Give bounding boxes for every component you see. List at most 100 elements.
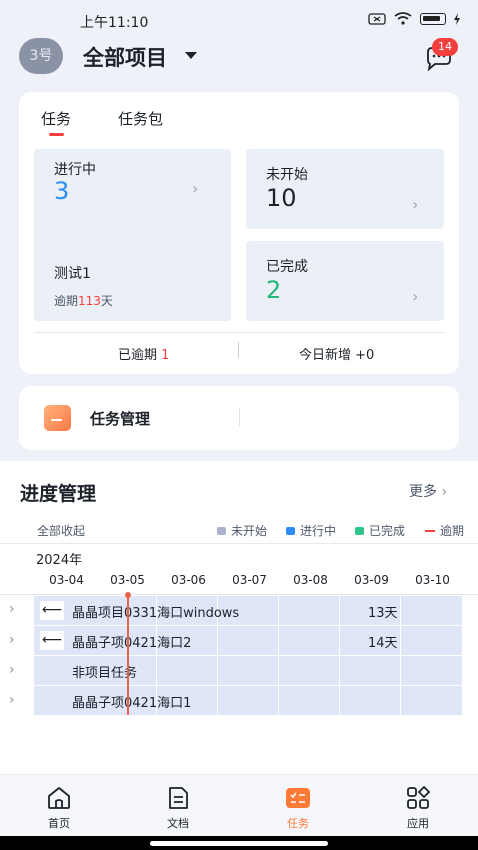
grid-line xyxy=(217,686,218,715)
grid-line xyxy=(339,686,340,715)
task-management-label: 任务管理 xyxy=(90,410,151,428)
status-time: 上午11:10 xyxy=(80,15,149,31)
today-marker-line xyxy=(127,595,129,715)
date-label: 03-10 xyxy=(415,573,450,587)
not-started-tile[interactable]: 未开始 10 › xyxy=(246,149,444,229)
legend-label: 未开始 xyxy=(231,524,268,538)
wifi-icon xyxy=(394,12,412,25)
overdue-info: 逾期113天 xyxy=(54,292,113,309)
legend-swatch xyxy=(425,529,435,532)
date-label: 03-09 xyxy=(354,573,389,587)
arrow-left-icon[interactable]: ⟵ xyxy=(40,601,64,620)
expand-chevron-icon[interactable]: › xyxy=(9,662,15,678)
date-label: 03-08 xyxy=(293,573,328,587)
grid-line xyxy=(339,656,340,685)
gantt-row[interactable]: 非项目任务 xyxy=(34,656,462,685)
divider xyxy=(239,408,240,426)
home-icon xyxy=(48,787,70,809)
tab-home[interactable]: 首页 xyxy=(19,775,99,837)
legend-label: 逾期 xyxy=(440,524,465,538)
status-bar: 上午11:10 xyxy=(0,0,478,36)
tab-task-package[interactable]: 任务包 xyxy=(118,108,163,129)
completed-tile[interactable]: 已完成 2 › xyxy=(246,241,444,321)
completed-label: 已完成 xyxy=(266,259,308,275)
legend-label: 已完成 xyxy=(369,524,406,538)
task-icon xyxy=(286,788,310,808)
avatar[interactable]: 3号 xyxy=(19,38,63,74)
task-management-icon xyxy=(44,405,71,431)
tab-task[interactable]: 任务 xyxy=(41,108,71,129)
today-marker-dot xyxy=(125,592,131,598)
task-management-card[interactable]: 任务管理 xyxy=(19,386,459,450)
summary-divider xyxy=(238,342,239,358)
not-started-label: 未开始 xyxy=(266,167,308,183)
more-label: 更多 xyxy=(409,484,437,500)
divider xyxy=(0,594,478,595)
task-overview-card: 任务 任务包 进行中 3 › 测试1 逾期113天 未开始 10 › 已完成 2… xyxy=(19,92,459,374)
in-progress-tile[interactable]: 进行中 3 › 测试1 逾期113天 xyxy=(34,149,231,321)
grid-line xyxy=(278,686,279,715)
tab-label: 首页 xyxy=(48,817,70,830)
progress-title: 进度管理 xyxy=(20,483,97,505)
date-label: 03-04 xyxy=(49,573,84,587)
legend-label: 进行中 xyxy=(300,524,337,538)
legend-overdue: 逾期 xyxy=(425,522,464,539)
legend-completed: 已完成 xyxy=(355,522,405,539)
task-name[interactable]: 测试1 xyxy=(54,263,91,283)
gantt-row[interactable]: ⟵ 晶晶项目0331海口windows 13天 xyxy=(34,596,462,625)
overdue-suffix: 天 xyxy=(100,294,113,308)
arrow-left-icon[interactable]: ⟵ xyxy=(40,631,64,650)
expand-chevron-icon[interactable]: › xyxy=(9,692,15,708)
apps-icon xyxy=(407,785,431,809)
legend-swatch xyxy=(355,526,364,535)
expand-chevron-icon[interactable]: › xyxy=(9,601,15,617)
not-started-count: 10 xyxy=(266,184,297,212)
chevron-right-icon: › xyxy=(192,179,199,198)
date-label: 03-07 xyxy=(232,573,267,587)
status-icons xyxy=(368,12,460,25)
charging-icon xyxy=(454,12,460,25)
year-label: 2024年 xyxy=(36,553,83,568)
grid-line xyxy=(278,596,279,625)
gantt-row[interactable]: 晶晶子项0421海口1 xyxy=(34,686,462,715)
overdue-summary[interactable]: 已逾期 1 xyxy=(118,344,169,363)
legend-not-started: 未开始 xyxy=(217,522,267,539)
gantt-row[interactable]: ⟵ 晶晶子项0421海口2 14天 xyxy=(34,626,462,655)
home-indicator[interactable] xyxy=(150,841,328,846)
project-selector-title[interactable]: 全部项目 xyxy=(83,42,167,72)
collapse-all-button[interactable]: 全部收起 xyxy=(37,522,85,539)
more-link[interactable]: 更多 › xyxy=(409,481,447,501)
divider xyxy=(0,543,478,544)
in-progress-count: 3 xyxy=(54,177,70,205)
grid-line xyxy=(156,656,157,685)
row-name: 晶晶子项0421海口1 xyxy=(72,696,192,711)
caret-down-icon[interactable] xyxy=(185,52,197,59)
in-progress-label: 进行中 xyxy=(54,162,96,178)
row-days: 13天 xyxy=(368,606,398,621)
tab-apps[interactable]: 应用 xyxy=(378,775,458,837)
chevron-right-icon: › xyxy=(412,195,419,214)
date-label: 03-05 xyxy=(110,573,145,587)
header: 3号 全部项目 14 xyxy=(0,36,478,86)
tab-label: 文档 xyxy=(167,817,189,830)
sim-off-icon xyxy=(368,12,386,25)
row-name: 晶晶子项0421海口2 xyxy=(72,636,192,651)
message-badge: 14 xyxy=(432,38,458,56)
active-tab-indicator xyxy=(49,133,64,136)
row-name: 晶晶项目0331海口windows xyxy=(72,606,240,621)
tab-task[interactable]: 任务 xyxy=(258,775,338,837)
overdue-summary-value: 1 xyxy=(161,348,170,363)
battery-icon xyxy=(420,12,446,25)
expand-chevron-icon[interactable]: › xyxy=(9,632,15,648)
progress-section: 进度管理 更多 › 全部收起 未开始 进行中 已完成 逾期 2024年 03-0… xyxy=(0,461,478,774)
chevron-right-icon: › xyxy=(412,287,419,306)
legend-in-progress: 进行中 xyxy=(286,522,336,539)
legend-swatch xyxy=(217,526,226,535)
overdue-prefix: 逾期 xyxy=(54,294,79,308)
tab-document[interactable]: 文档 xyxy=(138,775,218,837)
today-new-summary[interactable]: 今日新增 +0 xyxy=(299,344,374,363)
grid-line xyxy=(278,626,279,655)
grid-line xyxy=(217,656,218,685)
grid-line xyxy=(400,596,401,625)
document-icon xyxy=(169,787,188,809)
